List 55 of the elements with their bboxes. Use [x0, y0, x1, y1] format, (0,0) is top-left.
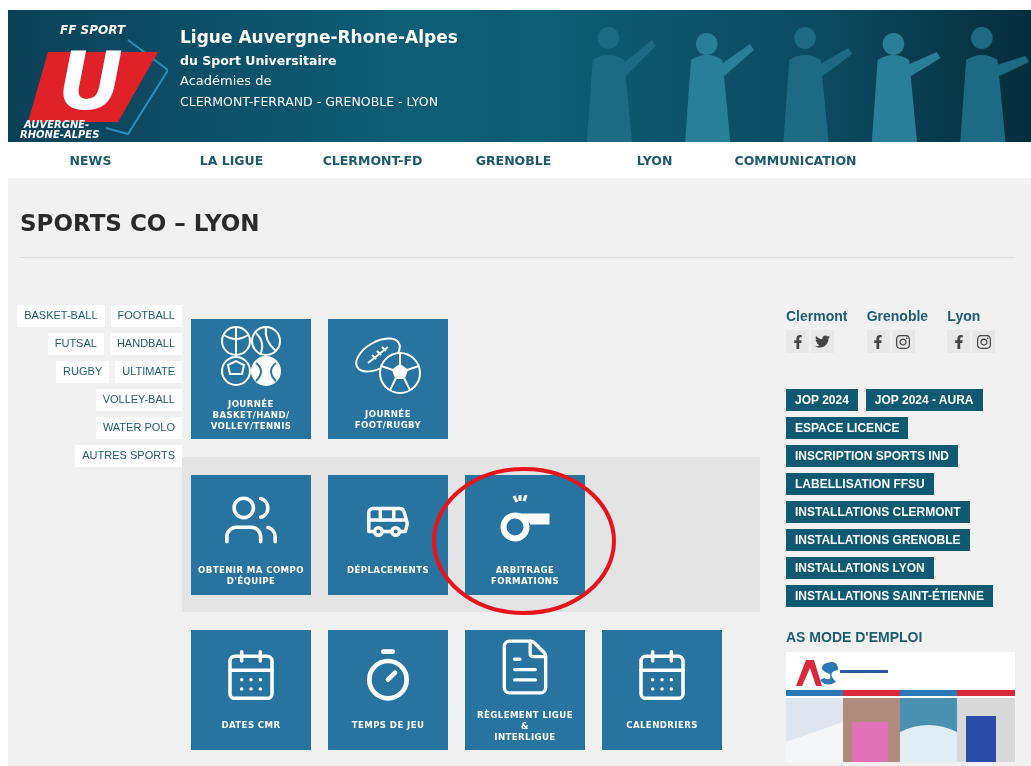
academies-text: CLERMONT-FERRAND - GRENOBLE - LYON [180, 93, 439, 111]
site-subtitle: du Sport Universitaire [180, 52, 338, 71]
camera-icon [895, 333, 912, 350]
twitter-link[interactable] [811, 330, 834, 353]
sport-tag[interactable]: ULTIMATE [115, 361, 182, 383]
instagram-link[interactable] [891, 330, 915, 353]
sport-tag[interactable]: HANDBALL [109, 333, 182, 355]
tile-link[interactable]: ARBITRAGE FORMATIONS [465, 475, 585, 595]
quick-link-button[interactable]: INSTALLATIONS LYON [786, 557, 934, 579]
tile-link[interactable]: JOURNÉE FOOT/RUGBY [328, 319, 448, 439]
city-name: Grenoble [866, 308, 930, 324]
camera-icon [975, 333, 992, 350]
nav-link[interactable]: COMMUNICATION [734, 152, 857, 168]
sport-tag[interactable]: VOLLEY-BALL [95, 389, 182, 411]
academies-label: Académies de [180, 72, 273, 91]
nav-link[interactable]: CLERMONT-FD [322, 152, 423, 168]
sports-balls-icon [220, 325, 282, 388]
quick-link-button[interactable]: JOP 2024 [786, 389, 858, 411]
tile-link[interactable]: JOURNÉE BASKET/HAND/ VOLLEY/TENNIS [191, 319, 311, 439]
facebook-link[interactable] [947, 330, 971, 353]
tile-link[interactable]: TEMPS DE JEU [328, 630, 448, 750]
nav-link[interactable]: NEWS [69, 152, 112, 168]
page-title: SPORTS CO – LYON [20, 209, 261, 238]
facebook-link[interactable] [786, 330, 809, 353]
logo-text: RHONE-ALPES [20, 130, 100, 140]
quick-link-button[interactable]: LABELLISATION FFSU [786, 473, 934, 495]
sport-tag[interactable]: FOOTBALL [110, 305, 182, 327]
quick-link-button[interactable]: ESPACE LICENCE [786, 417, 909, 439]
nav-link[interactable]: LA LIGUE [199, 152, 264, 168]
quick-link-button[interactable]: JOP 2024 - AURA [865, 389, 983, 411]
logo-text: FF SPORT [60, 24, 126, 36]
bird-icon [815, 334, 830, 349]
quick-link-button[interactable]: INSTALLATIONS SAINT-ÉTIENNE [786, 585, 993, 607]
city-name: Clermont [786, 308, 849, 324]
section-heading: AS MODE D'EMPLOI [786, 629, 924, 645]
nav-link[interactable]: GRENOBLE [475, 152, 552, 168]
tile-link[interactable]: DATES CMR [191, 630, 311, 750]
tile-link[interactable]: DÉPLACEMENTS [328, 475, 448, 595]
tile-link[interactable]: OBTENIR MA COMPO D'ÉQUIPE [191, 475, 311, 595]
quick-link-button[interactable]: INSTALLATIONS GRENOBLE [786, 529, 970, 551]
sport-tag[interactable]: RUGBY [56, 361, 110, 383]
city-name: Lyon [947, 308, 982, 324]
nav-link[interactable]: LYON [636, 152, 673, 168]
sport-tag[interactable]: WATER POLO [95, 417, 182, 439]
quick-link-button[interactable]: INSCRIPTION SPORTS IND [786, 445, 958, 467]
site-title: Ligue Auvergne-Rhone-Alpes [180, 26, 459, 49]
quick-link-button[interactable]: INSTALLATIONS CLERMONT [786, 501, 970, 523]
facebook-link[interactable] [866, 330, 890, 353]
tile-link[interactable]: CALENDRIERS [602, 630, 722, 750]
sport-tag[interactable]: FUTSAL [47, 333, 104, 355]
logo-text: AUVERGNE- [24, 120, 90, 130]
sport-tag[interactable]: AUTRES SPORTS [75, 445, 182, 467]
tile-link[interactable]: RÈGLEMENT LIGUE & INTERLIGUE [465, 630, 585, 750]
instagram-link[interactable] [972, 330, 996, 353]
sport-tag[interactable]: BASKET-BALL [17, 305, 105, 327]
